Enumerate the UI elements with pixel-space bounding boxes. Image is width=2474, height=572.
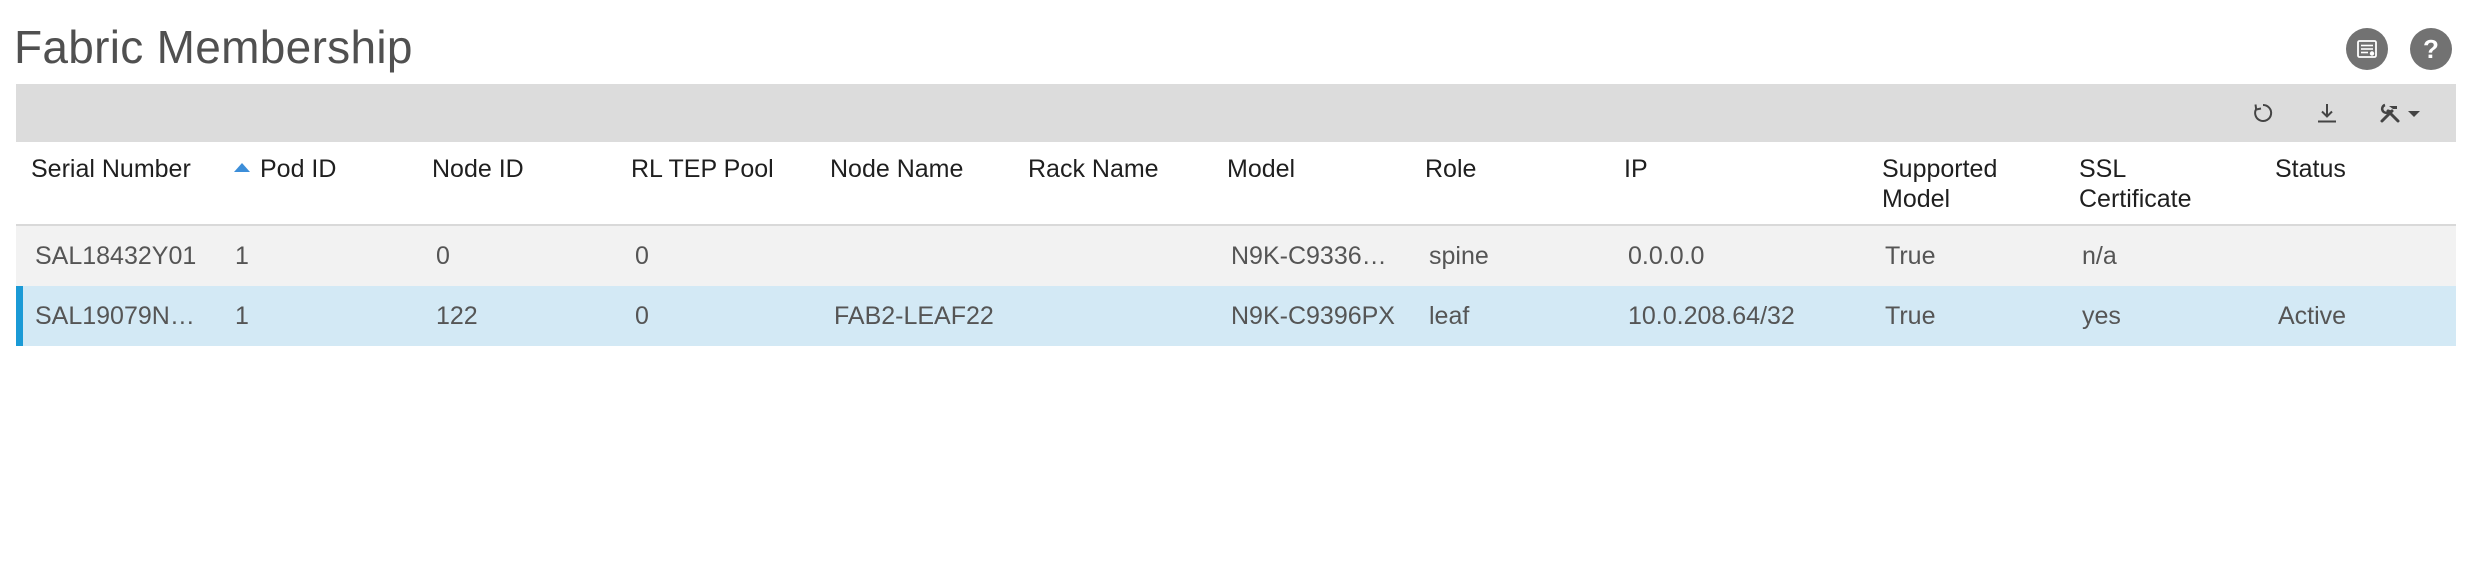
cell-rl-tep-pool: 0 [635,302,649,330]
cell-serial-number: SAL19079N… [35,302,195,330]
table-toolbar [16,84,2456,142]
cell-node-id: 122 [436,302,478,330]
table-row[interactable]: SAL18432Y01 1 0 0 N9K-C9336… spine 0.0.0… [16,226,2456,286]
page-title: Fabric Membership [14,21,413,73]
column-header-label: Serial Number [31,155,191,183]
cell-model: N9K-C9336… [1231,242,1387,270]
refresh-icon[interactable] [2246,96,2280,130]
column-header-rl-tep-pool[interactable]: RL TEP Pool [631,154,774,184]
column-header-label: RL TEP Pool [631,155,774,183]
column-header-node-name[interactable]: Node Name [830,154,963,184]
tools-menu-icon[interactable] [2376,96,2428,130]
cell-serial-number: SAL18432Y01 [35,242,197,270]
column-header-label-line2: Model [1882,185,1951,213]
cell-supported-model: True [1885,302,1936,330]
column-header-label: Rack Name [1028,155,1159,183]
column-header-ip[interactable]: IP [1624,154,1648,184]
cell-rack-name [1032,226,1212,286]
column-header-label-line2: Certificate [2079,185,2192,213]
cell-supported-model: True [1885,242,1936,270]
cell-ssl-certificate: yes [2082,302,2121,330]
help-icon-glyph: ? [2423,34,2439,64]
column-header-label: Supported [1882,155,1998,183]
column-header-label: Role [1425,155,1477,183]
column-header-node-id[interactable]: Node ID [432,154,524,184]
column-header-status[interactable]: Status [2275,154,2346,184]
column-header-label: Status [2275,155,2346,183]
cell-role: leaf [1429,302,1470,330]
column-header-serial-number[interactable]: Serial Number [31,154,191,184]
page-header: Fabric Membership ? [0,0,2474,84]
cell-status [2278,226,2448,286]
column-header-supported-model[interactable]: Supported Model [1882,154,1997,214]
cell-status: Active [2278,302,2347,330]
cell-pod-id: 1 [235,242,249,270]
cell-node-name: FAB2-LEAF22 [834,302,994,330]
fabric-membership-table: Serial Number Pod ID Node ID RL TEP Pool… [16,142,2456,346]
cell-role: spine [1429,242,1489,270]
cell-node-id: 0 [436,242,450,270]
column-header-ssl-certificate[interactable]: SSL Certificate [2079,154,2192,214]
chevron-down-icon [2408,111,2420,117]
selection-indicator [16,286,23,346]
column-header-rack-name[interactable]: Rack Name [1028,154,1159,184]
table-header: Serial Number Pod ID Node ID RL TEP Pool… [16,142,2456,226]
list-settings-icon[interactable] [2346,28,2388,70]
column-header-model[interactable]: Model [1227,154,1295,184]
cell-rack-name [1032,286,1212,346]
cell-pod-id: 1 [235,302,249,330]
table-row-selected[interactable]: SAL19079N… 1 122 0 FAB2-LEAF22 N9K-C9396… [16,286,2456,346]
column-header-label: Pod ID [260,155,337,183]
column-header-label: IP [1624,155,1648,183]
cell-rl-tep-pool: 0 [635,242,649,270]
column-header-role[interactable]: Role [1425,154,1476,184]
cell-ip: 0.0.0.0 [1628,242,1705,270]
cell-ip: 10.0.208.64/32 [1628,302,1795,330]
cell-ssl-certificate: n/a [2082,242,2117,270]
column-header-label: Node ID [432,155,524,183]
column-header-label: Model [1227,155,1296,183]
sort-ascending-icon [234,163,250,172]
download-icon[interactable] [2310,96,2344,130]
column-header-label: Node Name [830,155,964,183]
cell-node-name [834,226,1014,286]
column-header-label: SSL [2079,155,2127,183]
header-actions: ? [2346,28,2452,70]
column-header-pod-id[interactable]: Pod ID [234,154,336,184]
cell-model: N9K-C9396PX [1231,302,1395,330]
help-icon[interactable]: ? [2410,28,2452,70]
